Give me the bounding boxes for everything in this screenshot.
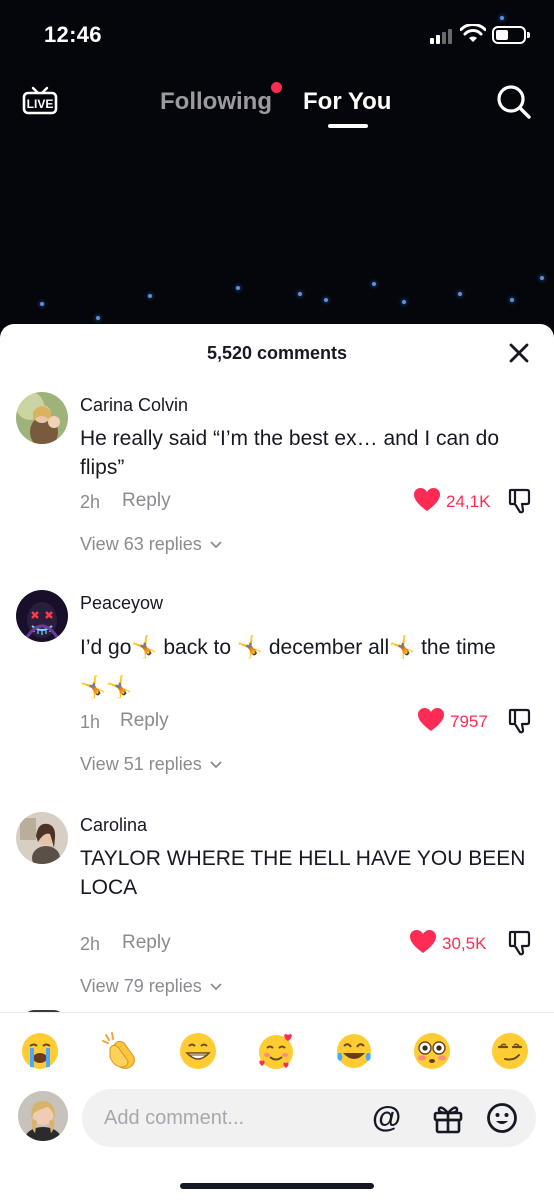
heart-icon[interactable]	[410, 930, 436, 954]
reply-button[interactable]: Reply	[122, 490, 171, 512]
status-bar: 12:46	[0, 0, 554, 60]
comment-item: Carolina TAYLOR WHERE THE HELL HAVE YOU …	[0, 812, 554, 1002]
active-tab-indicator	[328, 124, 368, 128]
search-icon[interactable]	[496, 84, 532, 120]
view-replies-button[interactable]: View 51 replies	[80, 754, 223, 775]
like-count: 30,5K	[442, 934, 487, 953]
wifi-icon	[460, 24, 486, 42]
reply-button[interactable]: Reply	[122, 932, 171, 954]
emoji-smirking[interactable]	[490, 1031, 530, 1071]
status-time: 12:46	[44, 22, 102, 47]
avatar[interactable]	[16, 812, 68, 864]
comment-item: Carina Colvin He really said “I’m the be…	[0, 392, 554, 592]
emoji-loudly-crying[interactable]	[20, 1031, 60, 1071]
comment-item: Peaceyow I’d go🤸 back to 🤸 december all🤸…	[0, 590, 554, 790]
view-replies-label: View 63 replies	[80, 534, 202, 554]
comment-time: 1h	[80, 712, 101, 732]
cellular-signal-icon	[430, 28, 456, 44]
gift-icon[interactable]	[432, 1102, 464, 1134]
reply-button[interactable]: Reply	[120, 710, 169, 732]
comment-text: He really said “I’m the best ex… and I c…	[80, 427, 500, 479]
comment-time: 2h	[80, 492, 101, 512]
heart-icon[interactable]	[414, 488, 440, 512]
battery-icon	[492, 26, 530, 44]
comment-composer: @	[0, 1012, 554, 1200]
avatar[interactable]	[18, 1091, 68, 1141]
like-count: 24,1K	[446, 492, 491, 511]
emoji-flushed[interactable]	[412, 1031, 452, 1071]
notification-dot	[271, 82, 282, 93]
tab-following[interactable]: Following	[160, 88, 272, 116]
chevron-down-icon	[210, 761, 222, 769]
view-replies-button[interactable]: View 79 replies	[80, 976, 223, 997]
home-indicator	[180, 1183, 374, 1189]
quick-emoji-bar	[0, 1031, 554, 1071]
comment-username[interactable]: Peaceyow	[80, 593, 163, 614]
avatar[interactable]	[16, 392, 68, 444]
emoji-grinning[interactable]	[178, 1031, 218, 1071]
dislike-icon[interactable]	[508, 708, 532, 734]
comment-username[interactable]: Carolina	[80, 815, 147, 836]
comment-username[interactable]: Carina Colvin	[80, 395, 188, 416]
close-icon[interactable]	[508, 342, 530, 364]
comment-time: 2h	[80, 934, 101, 954]
live-label: LIVE	[27, 97, 54, 111]
chevron-down-icon	[210, 983, 222, 991]
emoji-tears-of-joy[interactable]	[334, 1031, 374, 1071]
avatar[interactable]	[16, 590, 68, 642]
view-replies-button[interactable]: View 63 replies	[80, 534, 223, 555]
top-navigation: LIVE Following For You	[0, 78, 554, 134]
comment-text: I’d go🤸 back to 🤸 december all🤸 the time…	[80, 636, 496, 699]
mention-icon[interactable]: @	[372, 1101, 401, 1135]
heart-icon[interactable]	[418, 708, 444, 732]
chevron-down-icon	[210, 541, 222, 549]
comment-input[interactable]	[82, 1089, 536, 1147]
emoji-picker-icon[interactable]	[486, 1102, 518, 1134]
like-count: 7957	[450, 712, 488, 731]
comment-input-row: @	[0, 1089, 554, 1149]
view-replies-label: View 51 replies	[80, 754, 202, 774]
live-icon[interactable]: LIVE	[22, 82, 58, 116]
dislike-icon[interactable]	[508, 930, 532, 956]
comments-count: 5,520 comments	[206, 343, 348, 363]
view-replies-label: View 79 replies	[80, 976, 202, 996]
comments-header: 5,520 comments	[0, 324, 554, 380]
comment-text: TAYLOR WHERE THE HELL HAVE YOU BEEN LOCA	[80, 847, 526, 899]
emoji-clapping-hands[interactable]	[100, 1031, 140, 1071]
emoji-smiling-hearts[interactable]	[256, 1031, 296, 1071]
dislike-icon[interactable]	[508, 488, 532, 514]
tab-for-you[interactable]: For You	[303, 88, 391, 116]
